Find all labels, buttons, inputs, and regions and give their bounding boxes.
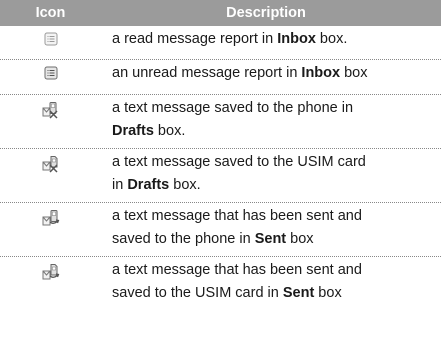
table-row: an unread message report in Inbox box (0, 60, 441, 95)
description-cell: a read message report in Inbox box. (112, 31, 348, 47)
draft-phone-icon (0, 95, 101, 119)
sent-phone-icon (0, 203, 101, 227)
table-row: a text message that has been sent and sa… (0, 203, 441, 257)
description-cell: a text message that has been sent and sa… (112, 262, 362, 301)
table-row: a read message report in Inbox box. (0, 26, 441, 60)
table-header: Icon Description (0, 0, 441, 26)
description-cell: a text message saved to the USIM card in… (112, 154, 366, 193)
read-report-icon (0, 26, 101, 46)
table-row: a text message that has been sent and sa… (0, 257, 441, 311)
description-cell: a text message saved to the phone in Dra… (112, 100, 354, 139)
draft-usim-icon (0, 149, 101, 173)
icon-description-table: Icon Description a read message report i… (0, 0, 441, 311)
header-icon-column: Icon (35, 5, 66, 21)
unread-report-icon (0, 60, 101, 80)
table-row: a text message saved to the USIM card in… (0, 149, 441, 203)
header-description-column: Description (226, 5, 306, 21)
description-cell: an unread message report in Inbox box (112, 65, 368, 81)
table-row: a text message saved to the phone in Dra… (0, 95, 441, 149)
sent-usim-icon (0, 257, 101, 281)
description-cell: a text message that has been sent and sa… (112, 208, 362, 247)
